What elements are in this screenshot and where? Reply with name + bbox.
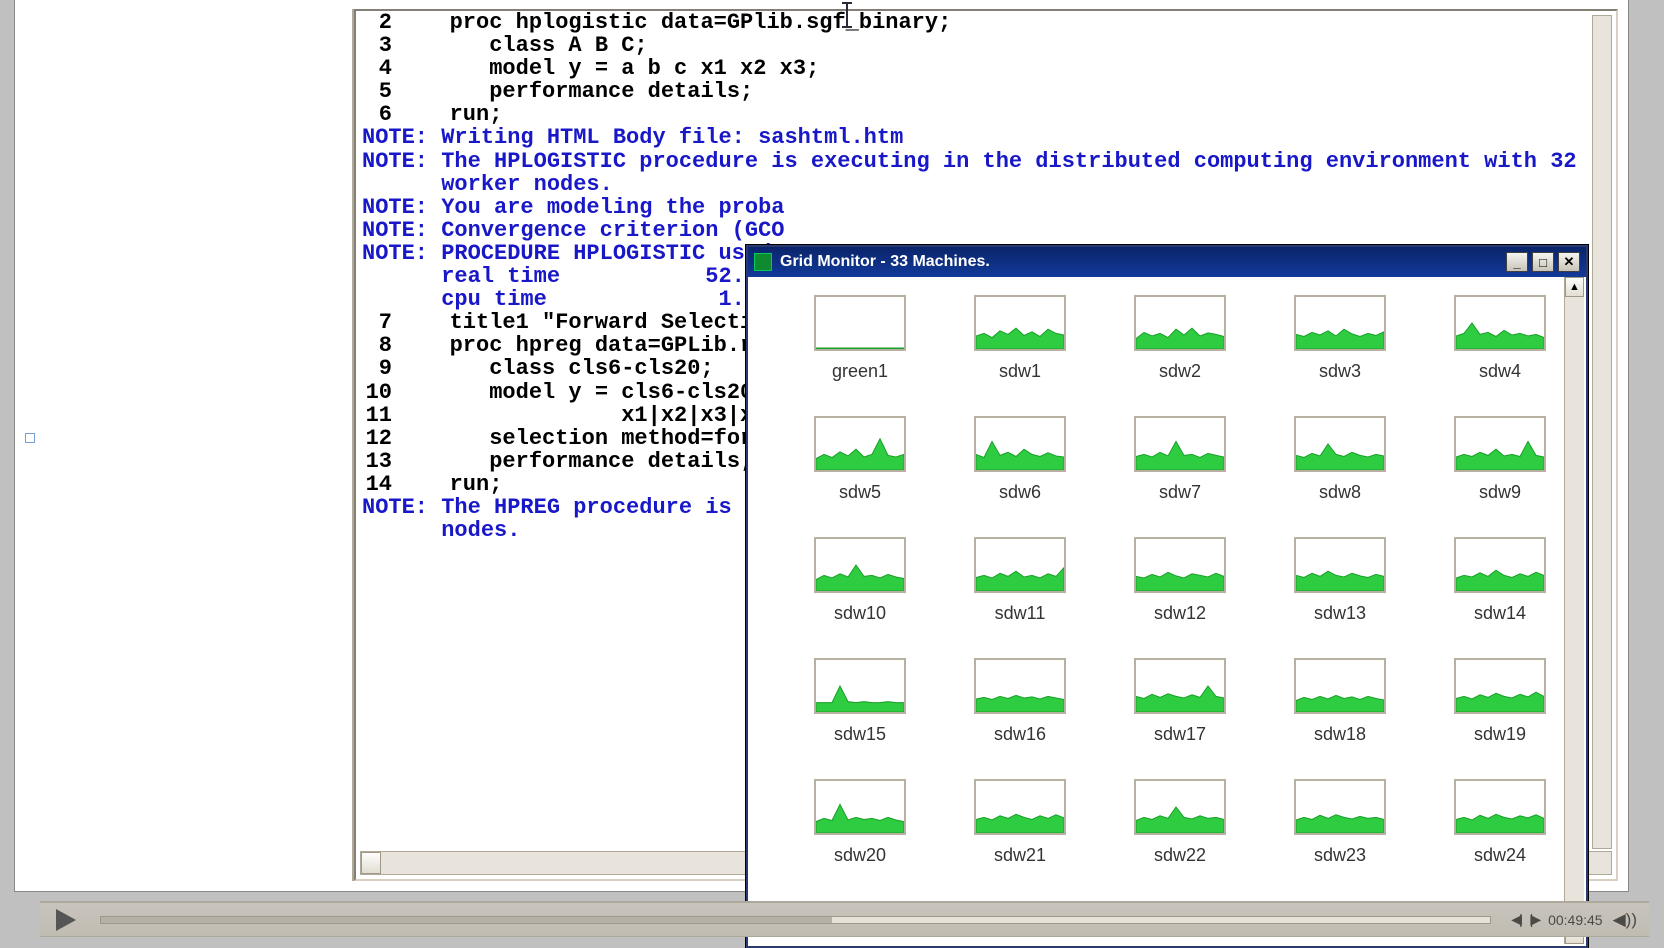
machine-label: green1 xyxy=(832,361,888,382)
machine-label: sdw24 xyxy=(1474,845,1526,866)
machine-sparkline xyxy=(1454,658,1546,714)
machine-label: sdw1 xyxy=(999,361,1041,382)
machine-sparkline xyxy=(1134,779,1226,835)
step-forward-button[interactable]: |▶ xyxy=(1530,911,1538,928)
machine-label: sdw7 xyxy=(1159,482,1201,503)
machine-cell[interactable]: sdw6 xyxy=(940,416,1100,503)
machine-label: sdw20 xyxy=(834,845,886,866)
close-button[interactable]: ✕ xyxy=(1558,252,1580,272)
scroll-left-button[interactable] xyxy=(361,852,381,874)
machine-label: sdw14 xyxy=(1474,603,1526,624)
machine-cell[interactable]: sdw10 xyxy=(780,537,940,624)
step-back-button[interactable]: ◀| xyxy=(1511,911,1519,928)
grid-monitor-window: Grid Monitor - 33 Machines. _ □ ✕ green1… xyxy=(746,245,1588,948)
machine-sparkline xyxy=(1454,537,1546,593)
machine-sparkline xyxy=(814,537,906,593)
vertical-scrollbar[interactable] xyxy=(1592,15,1612,849)
machine-label: sdw8 xyxy=(1319,482,1361,503)
machine-cell[interactable]: sdw17 xyxy=(1100,658,1260,745)
machine-cell[interactable]: sdw15 xyxy=(780,658,940,745)
machine-sparkline xyxy=(1294,779,1386,835)
resize-handle[interactable] xyxy=(25,433,35,443)
machine-sparkline xyxy=(814,779,906,835)
machine-cell[interactable]: green1 xyxy=(780,295,940,382)
machine-label: sdw18 xyxy=(1314,724,1366,745)
machine-cell[interactable]: sdw23 xyxy=(1260,779,1420,866)
machine-cell[interactable]: sdw22 xyxy=(1100,779,1260,866)
machine-label: sdw3 xyxy=(1319,361,1361,382)
machine-sparkline xyxy=(1294,295,1386,351)
play-button[interactable] xyxy=(46,905,86,935)
machine-cell[interactable]: sdw11 xyxy=(940,537,1100,624)
machine-label: sdw6 xyxy=(999,482,1041,503)
machine-sparkline xyxy=(1294,658,1386,714)
left-sidebar xyxy=(59,9,354,881)
machine-sparkline xyxy=(814,295,906,351)
machine-label: sdw2 xyxy=(1159,361,1201,382)
machine-label: sdw4 xyxy=(1479,361,1521,382)
machine-sparkline xyxy=(1454,295,1546,351)
grid-monitor-title-text: Grid Monitor - 33 Machines. xyxy=(780,253,990,271)
minimize-button[interactable]: _ xyxy=(1506,252,1528,272)
machine-cell[interactable]: sdw13 xyxy=(1260,537,1420,624)
machine-cell[interactable]: sdw1 xyxy=(940,295,1100,382)
machine-cell[interactable]: sdw16 xyxy=(940,658,1100,745)
machine-label: sdw13 xyxy=(1314,603,1366,624)
machine-sparkline xyxy=(974,537,1066,593)
machine-sparkline xyxy=(1134,658,1226,714)
progress-fill xyxy=(101,917,832,923)
grid-monitor-titlebar[interactable]: Grid Monitor - 33 Machines. _ □ ✕ xyxy=(748,247,1586,277)
scroll-up-button[interactable]: ▲ xyxy=(1565,277,1584,297)
machine-label: sdw17 xyxy=(1154,724,1206,745)
machine-cell[interactable]: sdw24 xyxy=(1420,779,1564,866)
machine-cell[interactable]: sdw5 xyxy=(780,416,940,503)
machine-sparkline xyxy=(974,658,1066,714)
machine-label: sdw23 xyxy=(1314,845,1366,866)
machine-sparkline xyxy=(1134,537,1226,593)
machine-label: sdw5 xyxy=(839,482,881,503)
machine-sparkline xyxy=(1294,416,1386,472)
machine-label: sdw11 xyxy=(995,603,1046,624)
machine-sparkline xyxy=(1454,416,1546,472)
machine-cell[interactable]: sdw21 xyxy=(940,779,1100,866)
machine-cell[interactable]: sdw18 xyxy=(1260,658,1420,745)
machine-cell[interactable]: sdw19 xyxy=(1420,658,1564,745)
machine-label: sdw19 xyxy=(1474,724,1526,745)
machine-sparkline xyxy=(974,295,1066,351)
machine-label: sdw9 xyxy=(1479,482,1521,503)
machine-sparkline xyxy=(1454,779,1546,835)
machine-sparkline xyxy=(814,658,906,714)
machine-label: sdw21 xyxy=(994,845,1046,866)
machine-cell[interactable]: sdw4 xyxy=(1420,295,1564,382)
volume-icon[interactable]: ◀)) xyxy=(1613,910,1637,930)
machine-sparkline xyxy=(1134,295,1226,351)
grid-monitor-body: green1 sdw1 sdw2 sdw3 sdw4 sdw5 sdw6 sdw7 sdw8 sd… xyxy=(750,277,1564,944)
play-icon xyxy=(56,909,76,931)
machine-cell[interactable]: sdw20 xyxy=(780,779,940,866)
grid-monitor-icon xyxy=(754,253,772,271)
machine-sparkline xyxy=(974,779,1066,835)
machine-cell[interactable]: sdw7 xyxy=(1100,416,1260,503)
text-caret xyxy=(846,2,848,28)
machine-sparkline xyxy=(974,416,1066,472)
machine-label: sdw12 xyxy=(1154,603,1206,624)
maximize-button[interactable]: □ xyxy=(1532,252,1554,272)
machine-cell[interactable]: sdw12 xyxy=(1100,537,1260,624)
video-player-controls: ◀| |▶ 00:49:45 ◀)) xyxy=(40,901,1649,937)
progress-bar[interactable] xyxy=(100,916,1491,924)
machine-label: sdw15 xyxy=(834,724,886,745)
machine-label: sdw10 xyxy=(834,603,886,624)
machine-cell[interactable]: sdw9 xyxy=(1420,416,1564,503)
machine-cell[interactable]: sdw2 xyxy=(1100,295,1260,382)
machine-label: sdw22 xyxy=(1154,845,1206,866)
machine-sparkline xyxy=(1134,416,1226,472)
machine-sparkline xyxy=(1294,537,1386,593)
machine-label: sdw16 xyxy=(994,724,1046,745)
grid-monitor-scrollbar[interactable]: ▲ ▼ xyxy=(1564,277,1584,944)
time-display: 00:49:45 xyxy=(1548,912,1603,928)
machine-cell[interactable]: sdw14 xyxy=(1420,537,1564,624)
machine-cell[interactable]: sdw8 xyxy=(1260,416,1420,503)
machine-sparkline xyxy=(814,416,906,472)
machine-cell[interactable]: sdw3 xyxy=(1260,295,1420,382)
